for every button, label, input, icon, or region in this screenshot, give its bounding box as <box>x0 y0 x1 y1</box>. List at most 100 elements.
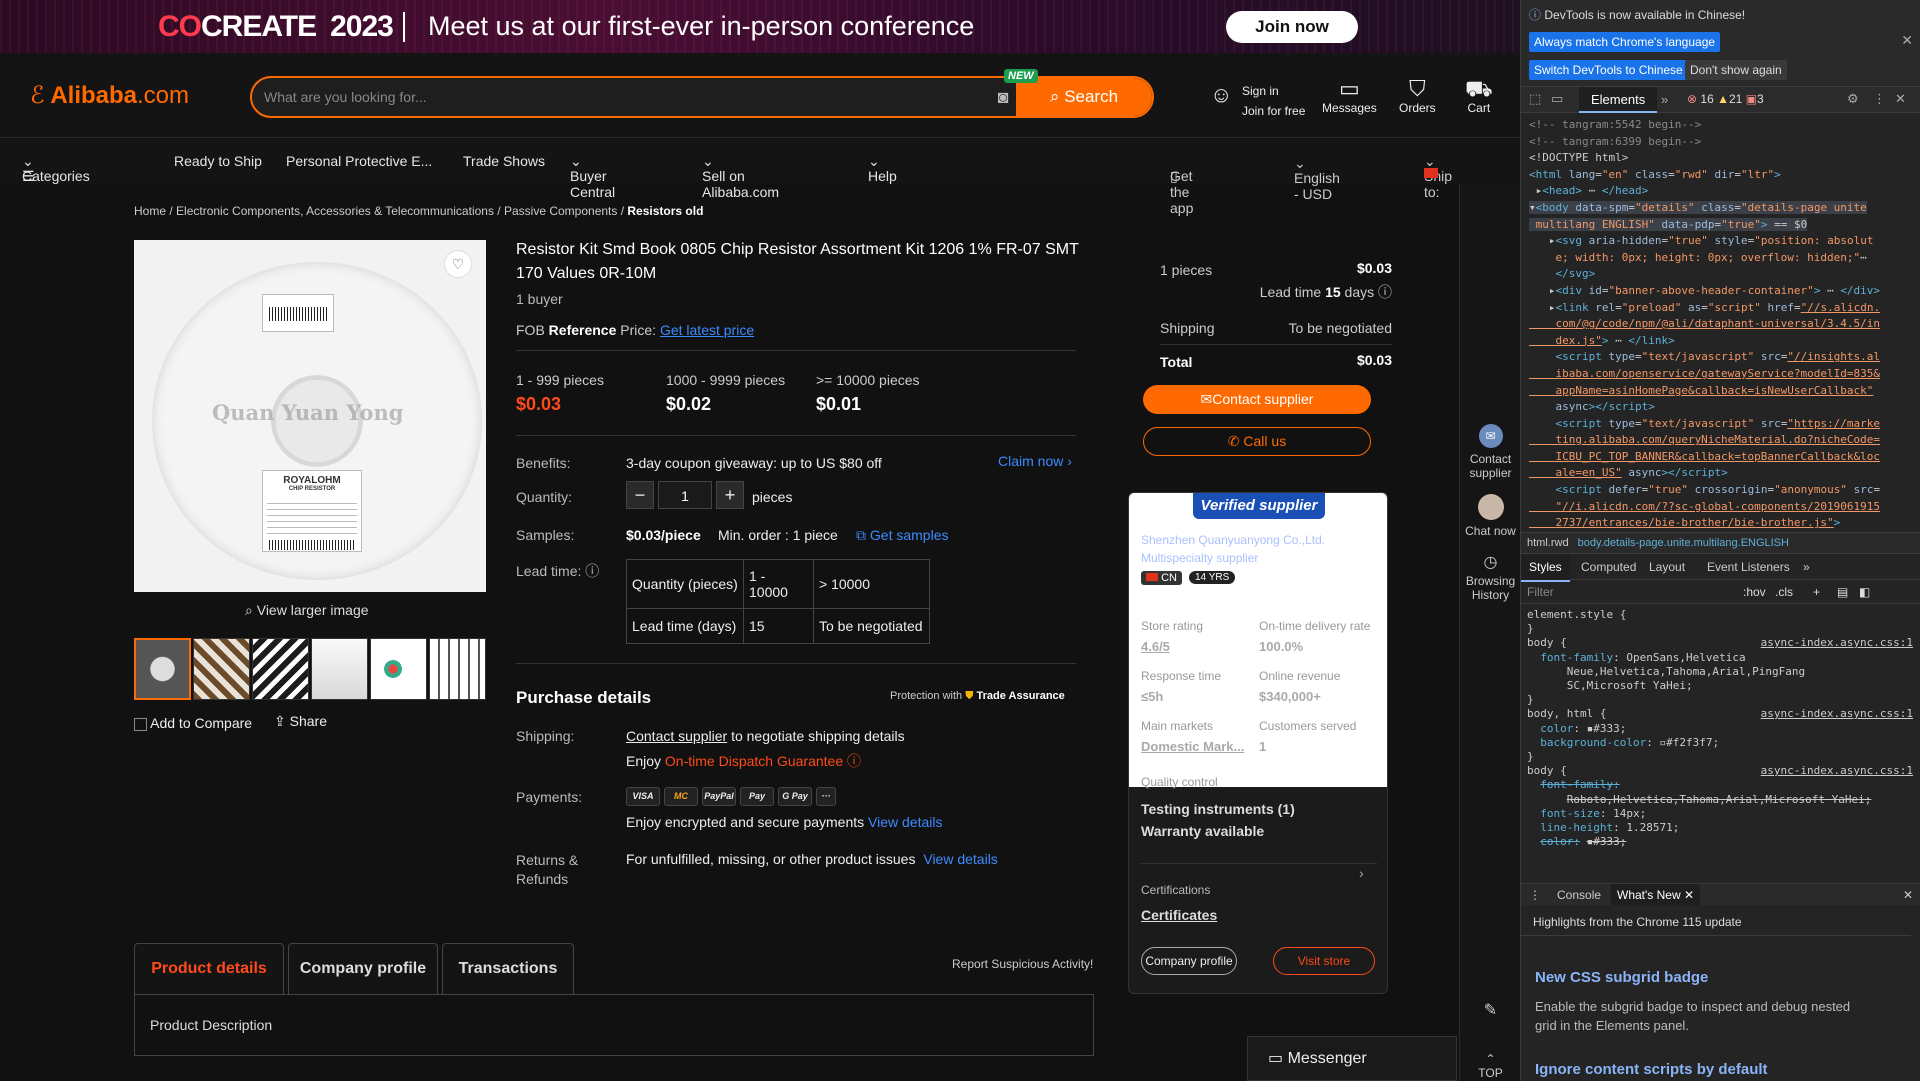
device-icon[interactable]: ▭ <box>1551 91 1563 107</box>
cls-toggle[interactable]: .cls <box>1775 580 1793 604</box>
tab-computed[interactable]: Computed <box>1573 554 1644 580</box>
crumb-electronic[interactable]: Electronic Components, Accessories & Tel… <box>176 204 494 218</box>
reel-barcode-label <box>262 294 334 332</box>
contact-supplier-button[interactable]: ✉Contact supplier <box>1143 385 1371 414</box>
supplier-name[interactable]: Shenzhen Quanyuanyong Co.,Ltd. Multispeci… <box>1141 531 1325 567</box>
feedback-icon[interactable]: ✎ <box>1460 1003 1520 1019</box>
thumbnail[interactable] <box>370 638 427 700</box>
tab-product-details[interactable]: Product details <box>134 943 284 995</box>
markets-value[interactable]: Domestic Mark... <box>1141 739 1244 754</box>
add-to-compare[interactable]: Add to Compare <box>134 715 252 731</box>
share-link[interactable]: ⇪ Share <box>274 713 327 730</box>
close-icon[interactable]: ✕ <box>1901 32 1913 49</box>
messages-link[interactable]: ▭ Messages <box>1322 77 1377 116</box>
language-selector[interactable]: English - USD ⌄ <box>1294 155 1340 202</box>
nav-buyer-central[interactable]: Buyer Central ⌄ <box>570 153 615 200</box>
rail-browsing-history[interactable]: ◷ Browsing History <box>1460 555 1520 603</box>
returns-view-details[interactable]: View details <box>923 851 997 867</box>
messenger-button[interactable]: ▭ Messenger <box>1247 1036 1457 1081</box>
back-to-top[interactable]: ⌃ TOP <box>1460 1052 1520 1080</box>
search-button[interactable]: ⌕ Search <box>1016 78 1152 116</box>
quantity-increase[interactable]: + <box>716 481 744 509</box>
crumb-passive[interactable]: Passive Components <box>504 204 617 218</box>
nav-ready-to-ship[interactable]: Ready to Ship <box>174 153 262 169</box>
thumbnail[interactable] <box>311 638 368 700</box>
crumb-html[interactable]: html.rwd <box>1527 537 1569 549</box>
error-counts[interactable]: ⊗ 16 ▲21 ▣3 <box>1687 92 1764 106</box>
thumbnail[interactable] <box>134 638 191 700</box>
get-samples-link[interactable]: ⧉ Get samples <box>856 527 948 544</box>
tab-layout[interactable]: Layout <box>1641 554 1693 580</box>
signin-link[interactable]: ☺ Sign in Join for free <box>1210 77 1305 121</box>
quantity-decrease[interactable]: − <box>626 481 654 509</box>
payments-view-details[interactable]: View details <box>868 814 942 830</box>
compare-checkbox[interactable] <box>134 717 147 731</box>
view-larger-image[interactable]: ⌕ View larger image <box>245 602 369 619</box>
paint-icon[interactable]: ▤ <box>1837 580 1848 604</box>
hov-toggle[interactable]: :hov <box>1743 580 1766 604</box>
more-tabs-icon[interactable]: » <box>1803 554 1810 580</box>
close-devtools-icon[interactable]: ✕ <box>1895 91 1906 107</box>
visit-store-button[interactable]: Visit store <box>1273 947 1375 975</box>
call-us-button[interactable]: ✆ Call us <box>1143 427 1371 456</box>
more-payments-icon[interactable]: ··· <box>816 787 836 806</box>
styles-filter[interactable]: Filter:hov .cls + ▤ ◧ <box>1521 580 1920 604</box>
join-now-button[interactable]: Join now <box>1226 11 1358 43</box>
tab-transactions[interactable]: Transactions <box>442 943 574 995</box>
crumb-body[interactable]: body.details-page.unite.multilang.ENGLIS… <box>1578 537 1789 549</box>
news-title[interactable]: New CSS subgrid badge <box>1535 969 1708 986</box>
inspect-icon[interactable]: ⬚ <box>1529 91 1541 107</box>
gear-icon[interactable]: ⚙ <box>1847 91 1859 107</box>
favorite-heart-icon[interactable]: ♡ <box>444 250 472 278</box>
thumbnail[interactable] <box>252 638 309 700</box>
news-title[interactable]: Ignore content scripts by default <box>1535 1061 1768 1078</box>
chevron-right-icon[interactable]: › <box>1359 865 1364 881</box>
crumb-home[interactable]: Home <box>134 204 166 218</box>
categories-menu[interactable]: ☰ Categories ⌄ <box>22 153 90 184</box>
add-rule-icon[interactable]: + <box>1813 580 1820 604</box>
tab-console[interactable]: Console <box>1551 884 1607 906</box>
quantity-input[interactable]: 1 <box>658 481 712 509</box>
kebab-menu-icon[interactable]: ⋮ <box>1873 91 1886 107</box>
close-drawer-icon[interactable]: ✕ <box>1903 884 1913 906</box>
elements-tree[interactable]: <!-- tangram:5542 begin--> <!-- tangram:… <box>1529 117 1909 532</box>
company-profile-button[interactable]: Company profile <box>1141 947 1237 975</box>
thumbnail[interactable] <box>193 638 250 700</box>
dispatch-link[interactable]: On-time Dispatch Guarantee ⓘ <box>665 753 861 769</box>
nav-help[interactable]: Help ⌄ <box>868 153 897 184</box>
tab-styles[interactable]: Styles <box>1521 554 1570 582</box>
rail-chat-now[interactable]: Chat now <box>1460 494 1520 538</box>
tab-elements[interactable]: Elements <box>1579 87 1658 113</box>
main-product-image[interactable]: ROYALOHM CHIP RESISTOR Quan Yuan Yong <box>134 240 486 592</box>
sidebar-toggle-icon[interactable]: ◧ <box>1859 580 1870 604</box>
match-language-button[interactable]: Always match Chrome's language <box>1529 32 1721 52</box>
nav-personal-protective[interactable]: Personal Protective E... <box>286 153 432 169</box>
more-tabs-icon[interactable]: » <box>1661 92 1668 107</box>
styles-pane[interactable]: element.style { } body { async-index.asy… <box>1527 608 1913 849</box>
dont-show-button[interactable]: Don't show again <box>1685 60 1787 80</box>
certificates-link[interactable]: Certificates <box>1141 907 1217 923</box>
cart-link[interactable]: ⛟ Cart <box>1465 77 1493 116</box>
report-suspicious-link[interactable]: Report Suspicious Activity! <box>952 957 1093 971</box>
drawer-menu-icon[interactable]: ⋮ <box>1529 884 1541 906</box>
get-latest-price-link[interactable]: Get latest price <box>660 322 754 338</box>
dispatch-guarantee: Enjoy On-time Dispatch Guarantee ⓘ <box>626 753 862 769</box>
tab-event-listeners[interactable]: Event Listeners <box>1699 554 1798 580</box>
nav-sell[interactable]: Sell on Alibaba.com ⌄ <box>702 153 779 200</box>
summary-total-value: $0.03 <box>1356 352 1392 368</box>
nav-trade-shows[interactable]: Trade Shows <box>463 153 545 169</box>
alibaba-logo[interactable]: ℰ Alibaba.com <box>30 81 189 110</box>
cocreate-banner[interactable]: COCREATE 2023 Meet us at our first-ever i… <box>0 0 1520 53</box>
ship-to-selector[interactable]: Ship to: ⌄ <box>1424 153 1452 200</box>
orders-link[interactable]: ⛉ Orders <box>1399 77 1436 116</box>
switch-chinese-button[interactable]: Switch DevTools to Chinese <box>1529 60 1688 80</box>
camera-icon[interactable]: ◙ <box>986 80 1020 114</box>
tab-company-profile[interactable]: Company profile <box>288 943 438 995</box>
thumbnail[interactable] <box>429 638 486 700</box>
search-input[interactable] <box>264 85 984 109</box>
claim-now-link[interactable]: Claim now › <box>998 453 1072 469</box>
tab-whats-new[interactable]: What's New ✕ <box>1611 884 1701 906</box>
store-rating-value[interactable]: 4.6/5 <box>1141 639 1170 654</box>
contact-supplier-link[interactable]: Contact supplier <box>626 728 727 744</box>
rail-contact-supplier[interactable]: ✉ Contact supplier <box>1460 424 1520 480</box>
